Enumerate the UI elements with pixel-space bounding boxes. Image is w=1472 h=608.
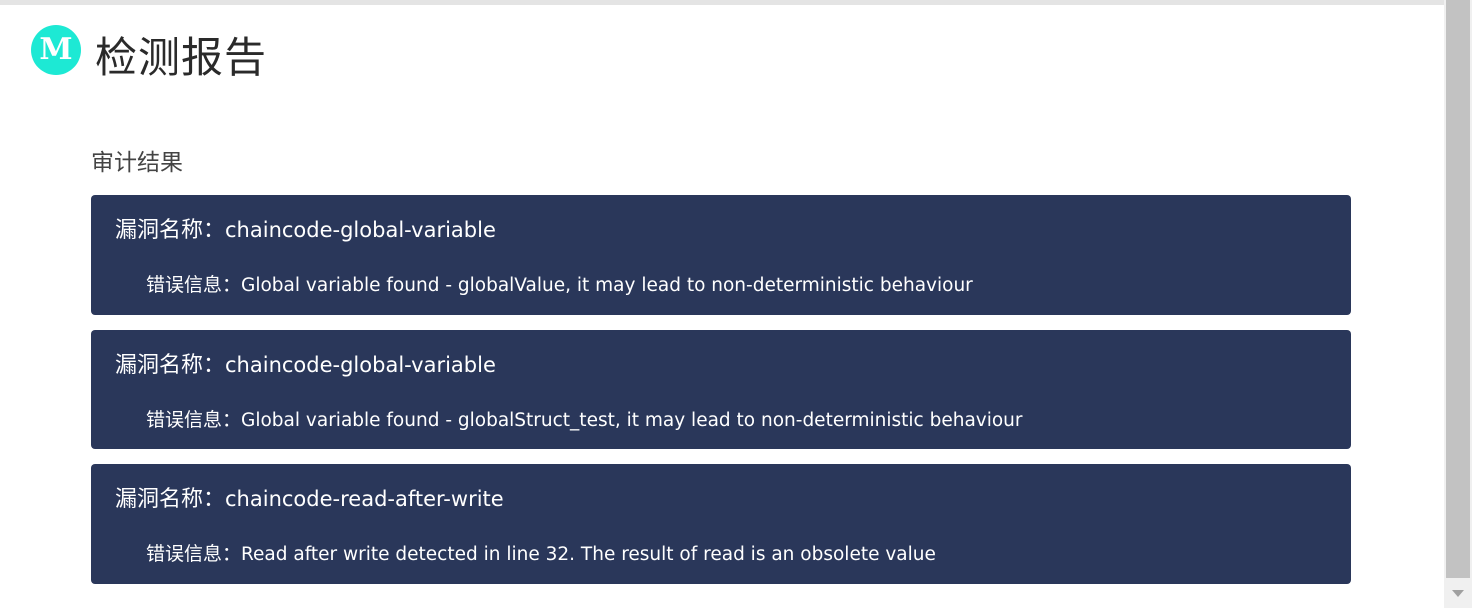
error-message-label: 错误信息： (146, 274, 242, 296)
vulnerability-name-line: 漏洞名称：chaincode-read-after-write (115, 484, 504, 515)
result-card: 漏洞名称：chaincode-global-variable 错误信息：Glob… (91, 330, 1351, 449)
vulnerability-name-label: 漏洞名称： (115, 218, 226, 243)
error-message-line: 错误信息：Global variable found - globalStruc… (146, 407, 1023, 434)
chevron-down-icon[interactable] (1452, 590, 1464, 597)
vulnerability-name-label: 漏洞名称： (115, 487, 226, 512)
error-message: Global variable found - globalValue, it … (241, 275, 973, 296)
error-message-label: 错误信息： (146, 409, 242, 431)
vulnerability-name-line: 漏洞名称：chaincode-global-variable (115, 215, 496, 246)
scrollbar-thumb[interactable] (1446, 0, 1470, 578)
result-card: 漏洞名称：chaincode-read-after-write 错误信息：Rea… (91, 464, 1351, 584)
error-message: Global variable found - globalStruct_tes… (241, 410, 1023, 431)
logo-icon: M (31, 25, 81, 75)
error-message-label: 错误信息： (146, 543, 242, 565)
report-page: M 检测报告 审计结果 漏洞名称：chaincode-global-variab… (0, 0, 1444, 608)
error-message: Read after write detected in line 32. Th… (241, 544, 936, 565)
page-title: 检测报告 (95, 33, 268, 82)
result-card: 漏洞名称：chaincode-global-variable 错误信息：Glob… (91, 195, 1351, 315)
vulnerability-name-label: 漏洞名称： (115, 353, 226, 378)
vulnerability-name: chaincode-global-variable (225, 353, 496, 377)
section-title: 审计结果 (91, 150, 183, 176)
error-message-line: 错误信息：Global variable found - globalValue… (146, 272, 973, 299)
page-top-border (0, 0, 1444, 5)
error-message-line: 错误信息：Read after write detected in line 3… (146, 541, 936, 568)
vulnerability-name: chaincode-global-variable (225, 218, 496, 242)
vulnerability-name: chaincode-read-after-write (225, 487, 504, 511)
vulnerability-name-line: 漏洞名称：chaincode-global-variable (115, 350, 496, 381)
vertical-scrollbar[interactable] (1444, 0, 1472, 608)
